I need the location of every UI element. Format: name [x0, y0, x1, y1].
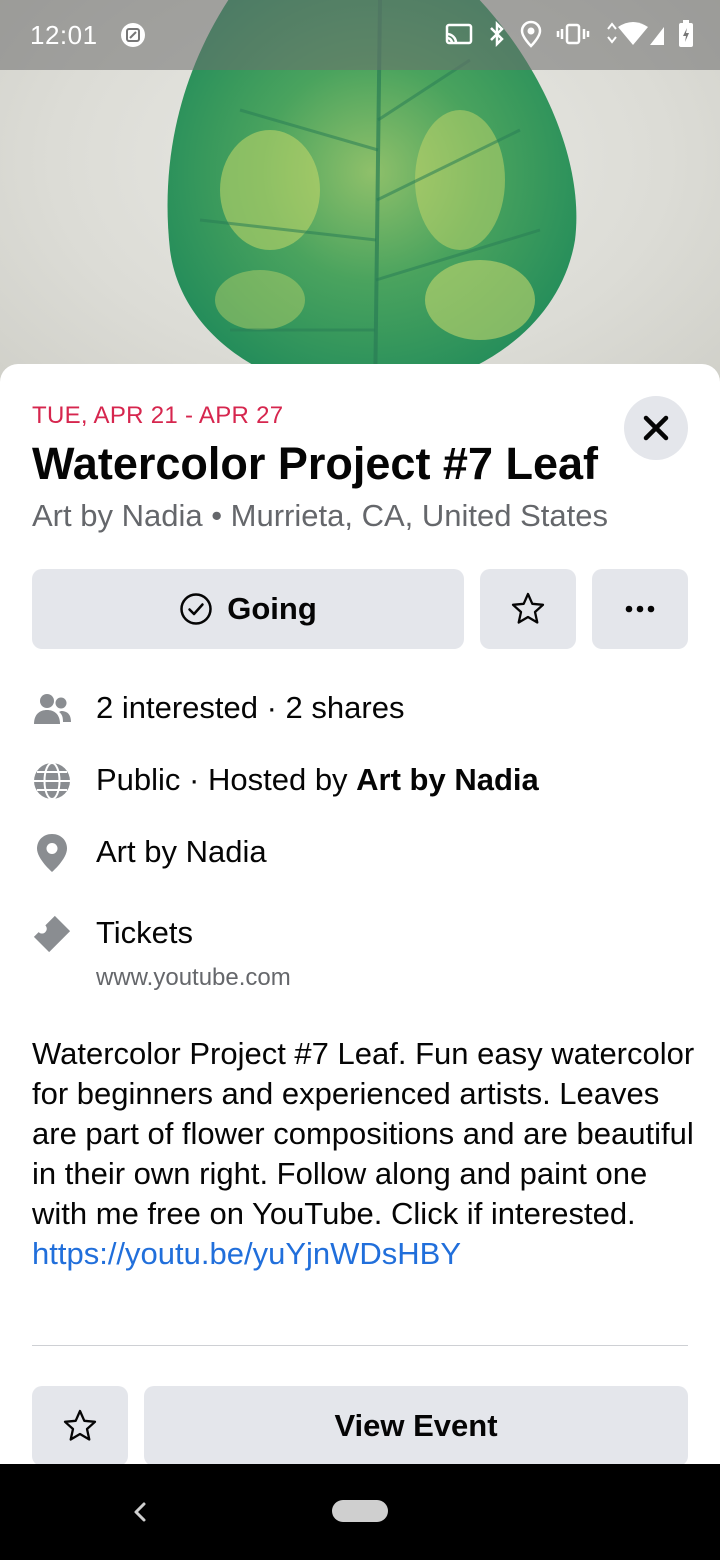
- location-row[interactable]: Art by Nadia: [32, 833, 267, 873]
- interested-row[interactable]: 2 interested · 2 shares: [32, 689, 404, 729]
- divider: [32, 1345, 688, 1346]
- ticket-icon: [32, 914, 72, 954]
- globe-icon: [32, 761, 72, 801]
- tickets-label: Tickets: [96, 915, 194, 950]
- people-icon: [32, 689, 72, 729]
- check-circle-icon: [180, 593, 212, 625]
- event-title: Watercolor Project #7 Leaf: [32, 438, 599, 489]
- cast-icon: [445, 23, 473, 45]
- going-label: Going: [227, 591, 317, 626]
- location-status-icon: [520, 20, 542, 48]
- host-link[interactable]: Art by Nadia: [356, 762, 539, 797]
- event-description: Watercolor Project #7 Leaf. Fun easy wat…: [32, 1034, 696, 1274]
- description-text: Watercolor Project #7 Leaf. Fun easy wat…: [32, 1036, 695, 1231]
- location-pin-icon: [32, 833, 72, 873]
- youtube-link[interactable]: https://youtu.be/yuYjnWDsHBY: [32, 1234, 696, 1274]
- tickets-url[interactable]: www.youtube.com: [96, 964, 291, 992]
- nav-home-button[interactable]: [332, 1500, 388, 1522]
- privacy-text: Public · Hosted by Art by Nadia: [96, 762, 539, 798]
- star-icon: [511, 592, 545, 624]
- going-button[interactable]: Going: [32, 569, 464, 649]
- interested-text: 2 interested · 2 shares: [96, 690, 405, 725]
- event-date: TUE, APR 21 - APR 27: [32, 402, 284, 429]
- event-subtitle: Art by Nadia • Murrieta, CA, United Stat…: [32, 498, 608, 533]
- close-button[interactable]: [624, 396, 688, 460]
- more-dots-icon: [625, 605, 655, 613]
- location-text: Art by Nadia: [96, 834, 267, 869]
- nav-back-icon[interactable]: [128, 1498, 152, 1526]
- bluetooth-icon: [490, 21, 504, 47]
- status-bar: 12:01: [0, 0, 720, 70]
- wifi-signal-icon: [607, 22, 664, 45]
- star-icon: [63, 1409, 97, 1441]
- privacy-prefix: Public · Hosted by: [96, 762, 357, 797]
- tickets-row[interactable]: Tickets www.youtube.com: [32, 914, 291, 991]
- status-icons: [444, 20, 694, 48]
- more-options-button[interactable]: [592, 569, 688, 649]
- view-event-button[interactable]: View Event: [144, 1386, 688, 1466]
- save-event-footer-button[interactable]: [32, 1386, 128, 1466]
- vibrate-icon: [556, 23, 590, 45]
- battery-icon: [679, 20, 693, 47]
- privacy-row: Public · Hosted by Art by Nadia: [32, 761, 539, 801]
- close-icon: [643, 415, 669, 441]
- save-event-button[interactable]: [480, 569, 576, 649]
- status-time: 12:01: [30, 20, 98, 50]
- notification-icon: [121, 23, 145, 47]
